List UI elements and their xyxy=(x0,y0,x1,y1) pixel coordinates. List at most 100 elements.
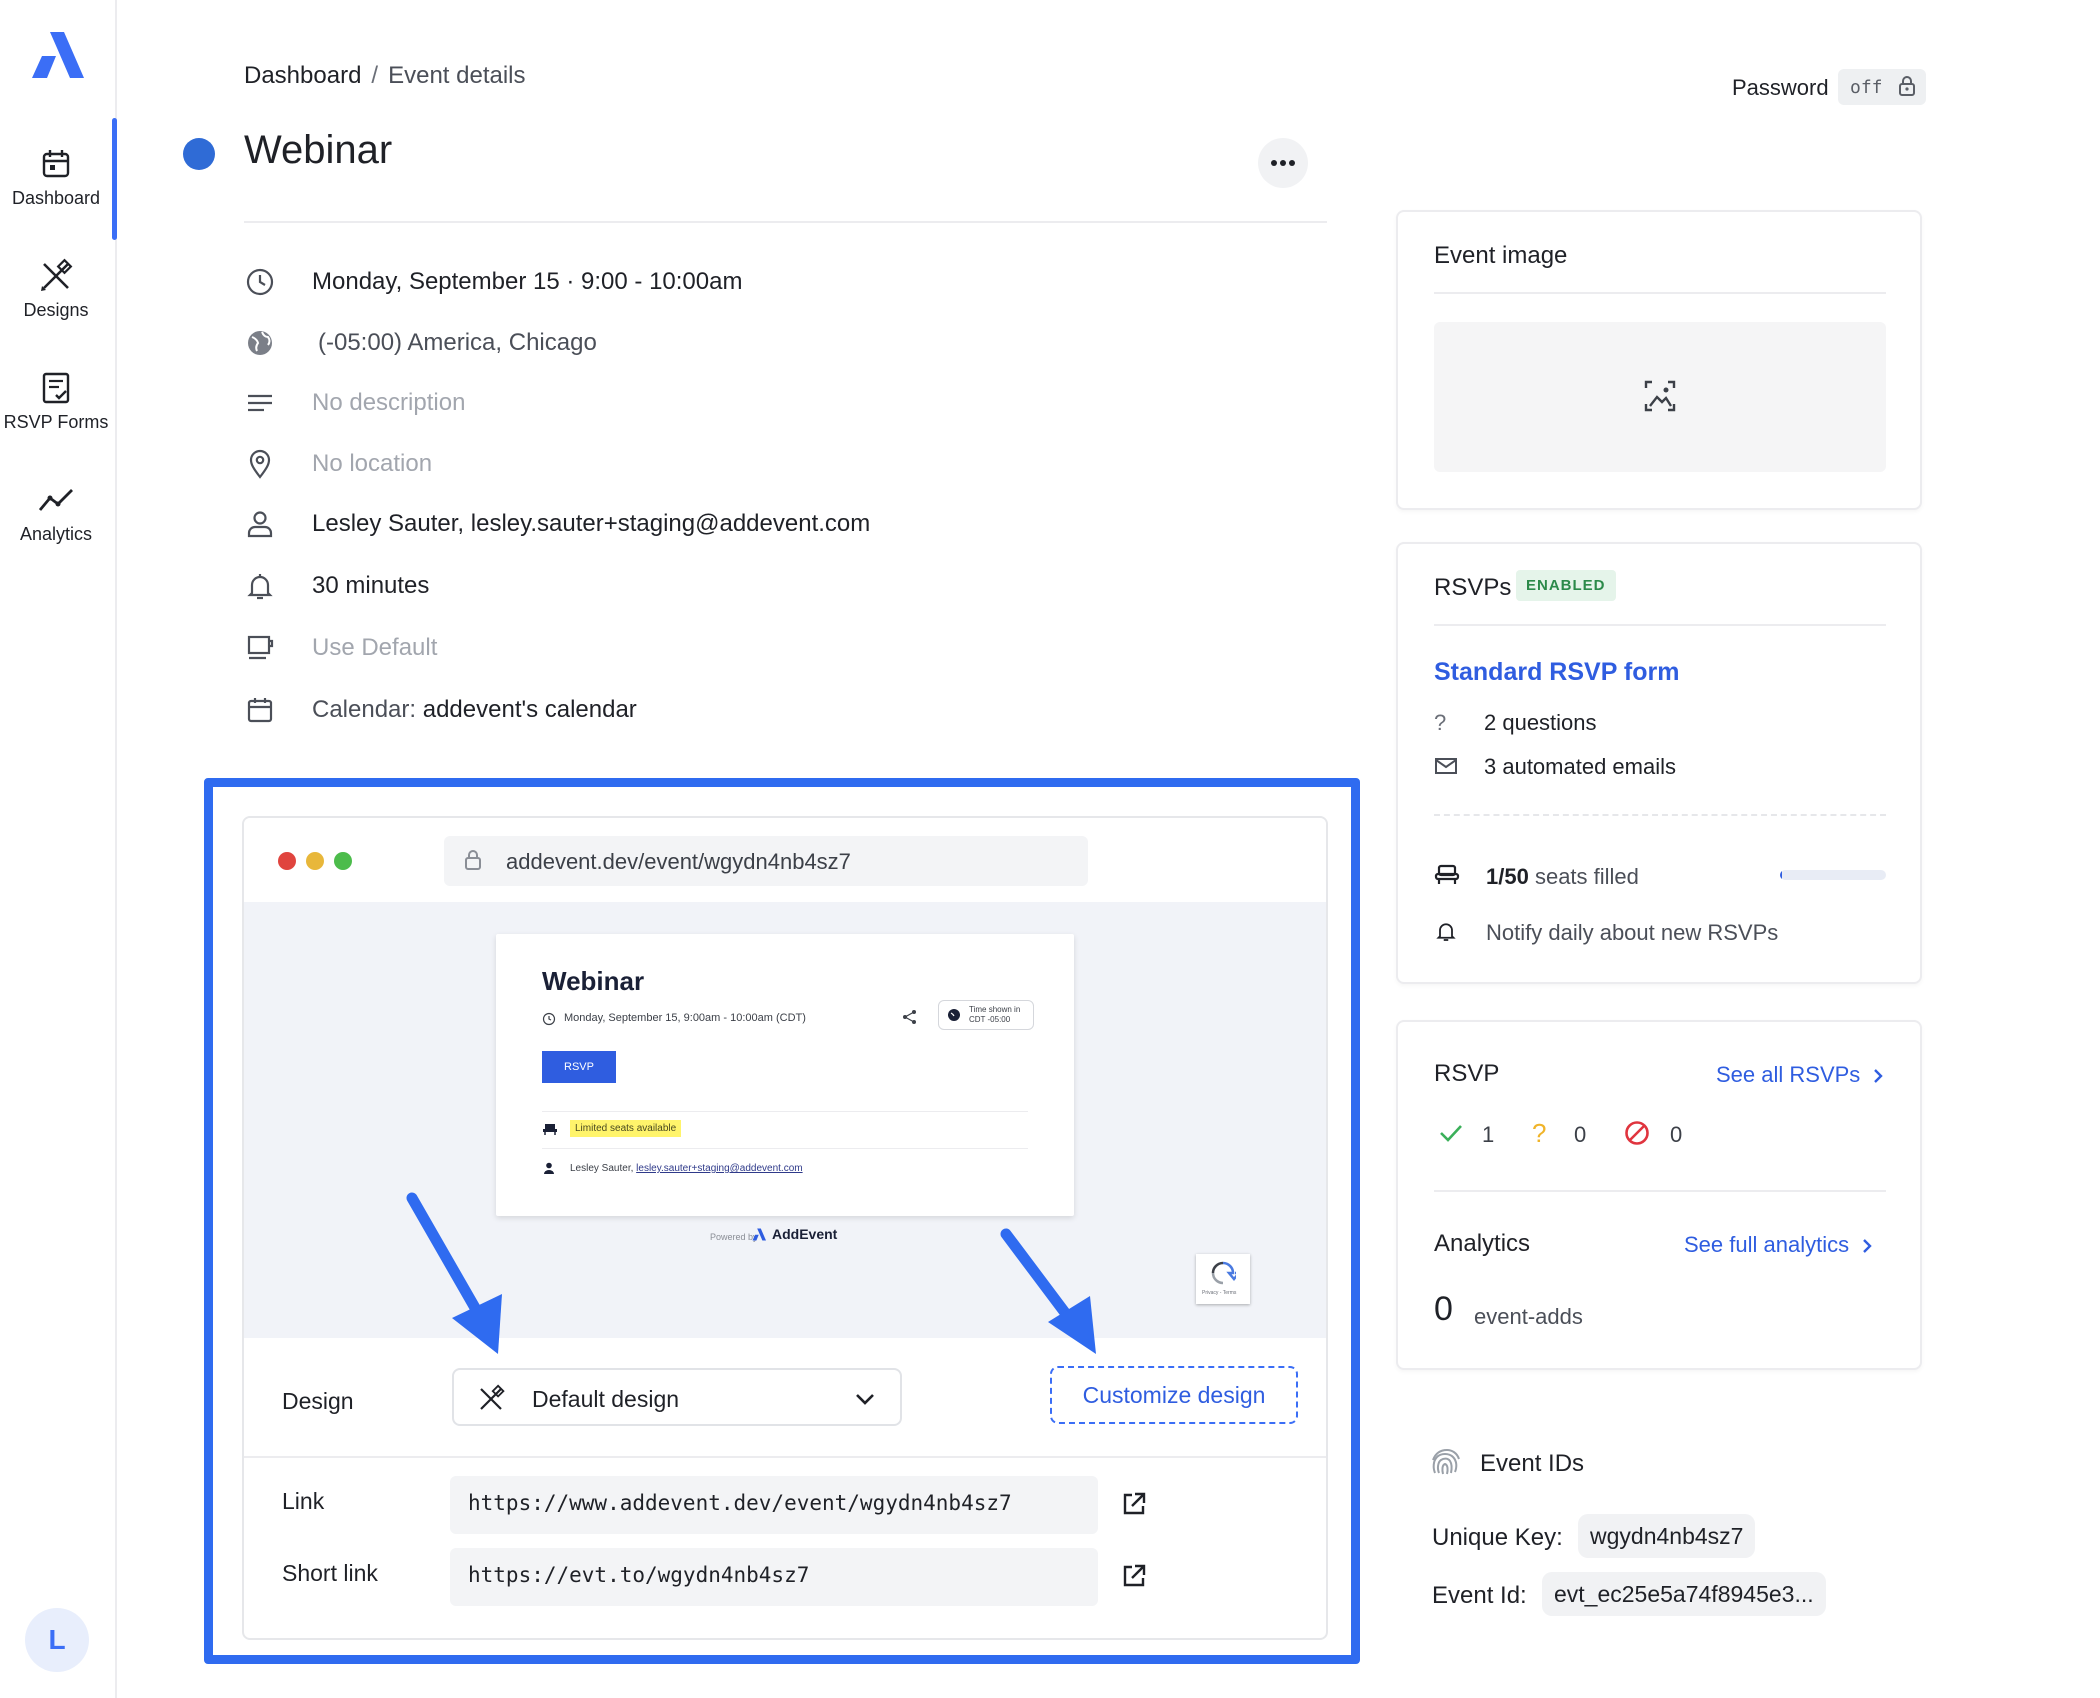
rsvp-summary-title: RSVP xyxy=(1434,1060,1500,1087)
event-id-value[interactable]: evt_ec25e5a74f8945e3... xyxy=(1542,1572,1826,1616)
event-adds-label: event-adds xyxy=(1474,1304,1583,1329)
event-image-card: Event image xyxy=(1396,210,1922,510)
rsvp-summary-card: RSVP See all RSVPs 1 ? 0 0 Analytics See… xyxy=(1396,1020,1922,1370)
timezone-line-1: Time shown in xyxy=(969,1005,1021,1014)
preview-host: Lesley Sauter, lesley.sauter+staging@add… xyxy=(570,1163,803,1174)
addevent-logo[interactable] xyxy=(30,30,84,80)
emails-count: 3 automated emails xyxy=(1484,754,1676,779)
sidebar-item-label: Dashboard xyxy=(11,188,101,208)
rsvp-form-link[interactable]: Standard RSVP form xyxy=(1434,658,1679,687)
timezone-chip[interactable]: Time shown in CDT -05:00 xyxy=(938,1000,1034,1030)
location-text: No location xyxy=(312,450,433,477)
card-divider xyxy=(244,1456,1326,1458)
window-minimize-dot xyxy=(306,852,324,870)
notify-text[interactable]: Notify daily about new RSVPs xyxy=(1486,920,1778,946)
sidebar-item-label: Analytics xyxy=(19,524,93,544)
browser-toolbar: addevent.dev/event/wgydn4nb4sz7 xyxy=(244,818,1326,902)
url-bar[interactable]: addevent.dev/event/wgydn4nb4sz7 xyxy=(444,836,1088,886)
sidebar: Dashboard Designs RSVP Forms Analytics L xyxy=(0,0,117,1698)
external-link-icon[interactable] xyxy=(1120,1490,1148,1518)
addevent-logo-icon xyxy=(752,1228,766,1241)
person-icon xyxy=(244,508,276,540)
unique-key-label: Unique Key: xyxy=(1432,1524,1563,1551)
card-divider xyxy=(1434,624,1886,626)
declined-icon xyxy=(1624,1120,1650,1146)
timezone-line-2: CDT -05:00 xyxy=(969,1015,1011,1024)
question-mark-icon: ? xyxy=(1434,710,1447,735)
link-label: Link xyxy=(282,1488,325,1514)
recaptcha-badge[interactable]: Privacy - Terms xyxy=(1196,1254,1250,1304)
trend-line-icon xyxy=(38,482,74,518)
sidebar-item-label: RSVP Forms xyxy=(3,412,109,432)
more-options-button[interactable] xyxy=(1258,138,1308,188)
chevron-right-icon xyxy=(1872,1067,1884,1085)
globe-icon xyxy=(947,1008,961,1022)
sidebar-active-indicator xyxy=(112,118,117,240)
brand-name: AddEvent xyxy=(772,1226,838,1242)
globe-icon xyxy=(244,327,276,359)
password-toggle[interactable]: off xyxy=(1838,69,1926,105)
calendar-value: addevent's calendar xyxy=(422,696,637,723)
event-adds-count: 0 xyxy=(1434,1290,1453,1328)
sidebar-item-analytics[interactable]: Analytics xyxy=(0,482,112,572)
see-all-rsvps-link[interactable]: See all RSVPs xyxy=(1716,1062,1884,1088)
unique-key-value[interactable]: wgydn4nb4sz7 xyxy=(1578,1514,1756,1558)
reminder-text: 30 minutes xyxy=(312,572,430,599)
short-link-field[interactable]: https://evt.to/wgydn4nb4sz7 xyxy=(450,1548,1098,1606)
timezone-text: (-05:00) America, Chicago xyxy=(318,329,597,356)
link-field[interactable]: https://www.addevent.dev/event/wgydn4nb4… xyxy=(450,1476,1098,1534)
seat-icon xyxy=(1434,864,1460,886)
preview-host-email[interactable]: lesley.sauter+staging@addevent.com xyxy=(636,1163,802,1174)
calendar-text: Calendar: addevent's calendar xyxy=(312,696,637,724)
share-icon[interactable] xyxy=(902,1009,918,1025)
see-full-analytics-label: See full analytics xyxy=(1684,1232,1850,1257)
questions-count: 2 questions xyxy=(1484,710,1597,735)
description-text: No description xyxy=(312,389,466,416)
arrow-to-customize-button-icon xyxy=(1000,1228,1096,1354)
sidebar-item-rsvp-forms[interactable]: RSVP Forms xyxy=(0,370,112,460)
external-link-icon[interactable] xyxy=(1120,1562,1148,1590)
event-image-title: Event image xyxy=(1434,242,1568,269)
sidebar-item-dashboard[interactable]: Dashboard xyxy=(0,146,112,236)
rsvp-yes-count: 1 xyxy=(1482,1122,1495,1147)
image-placeholder-icon xyxy=(1642,378,1678,414)
avatar[interactable]: L xyxy=(25,1608,89,1672)
date-time-text: Monday, September 15 · 9:00 - 10:00am xyxy=(312,268,743,295)
customize-design-button[interactable]: Customize design xyxy=(1050,1366,1298,1424)
status-badge: ENABLED xyxy=(1516,570,1616,601)
limited-seats-badge: Limited seats available xyxy=(570,1120,682,1137)
rsvp-no-count: 0 xyxy=(1670,1122,1683,1147)
sidebar-item-label: Designs xyxy=(23,300,89,320)
recaptcha-text: Privacy - Terms xyxy=(1202,1290,1237,1296)
short-link-label: Short link xyxy=(282,1560,378,1586)
sidebar-item-designs[interactable]: Designs xyxy=(0,258,112,348)
analytics-title: Analytics xyxy=(1434,1230,1531,1257)
event-id-label: Event Id: xyxy=(1432,1582,1527,1609)
rsvp-maybe-count: 0 xyxy=(1574,1122,1587,1147)
question-mark-icon: ? xyxy=(1532,1118,1547,1148)
bell-icon xyxy=(244,570,276,602)
breadcrumb-root[interactable]: Dashboard xyxy=(244,62,361,89)
url-text: addevent.dev/event/wgydn4nb4sz7 xyxy=(506,849,851,874)
form-check-icon xyxy=(38,370,74,406)
design-tools-icon xyxy=(38,258,74,294)
chevron-right-icon xyxy=(1861,1237,1873,1255)
rsvps-card: RSVPs ENABLED Standard RSVP form ? 2 que… xyxy=(1396,542,1922,984)
seat-icon xyxy=(542,1122,558,1136)
preview-rsvp-button[interactable]: RSVP xyxy=(542,1051,616,1083)
breadcrumb-separator: / xyxy=(371,62,379,89)
event-page-preview: Webinar Monday, September 15, 9:00am - 1… xyxy=(496,934,1074,1216)
person-icon xyxy=(542,1161,556,1175)
design-label: Design xyxy=(282,1388,354,1414)
preview-host-name: Lesley Sauter, xyxy=(570,1163,634,1174)
template-text: Use Default xyxy=(312,634,438,661)
preview-title: Webinar xyxy=(542,966,645,996)
preview-divider xyxy=(542,1111,1028,1112)
calendar-icon xyxy=(38,146,74,182)
event-image-upload[interactable] xyxy=(1434,322,1886,472)
see-full-analytics-link[interactable]: See full analytics xyxy=(1684,1232,1873,1258)
event-ids-title: Event IDs xyxy=(1480,1450,1585,1477)
dashed-divider xyxy=(1434,814,1886,816)
design-select[interactable]: Default design xyxy=(452,1368,902,1426)
ellipsis-icon xyxy=(1271,160,1295,166)
